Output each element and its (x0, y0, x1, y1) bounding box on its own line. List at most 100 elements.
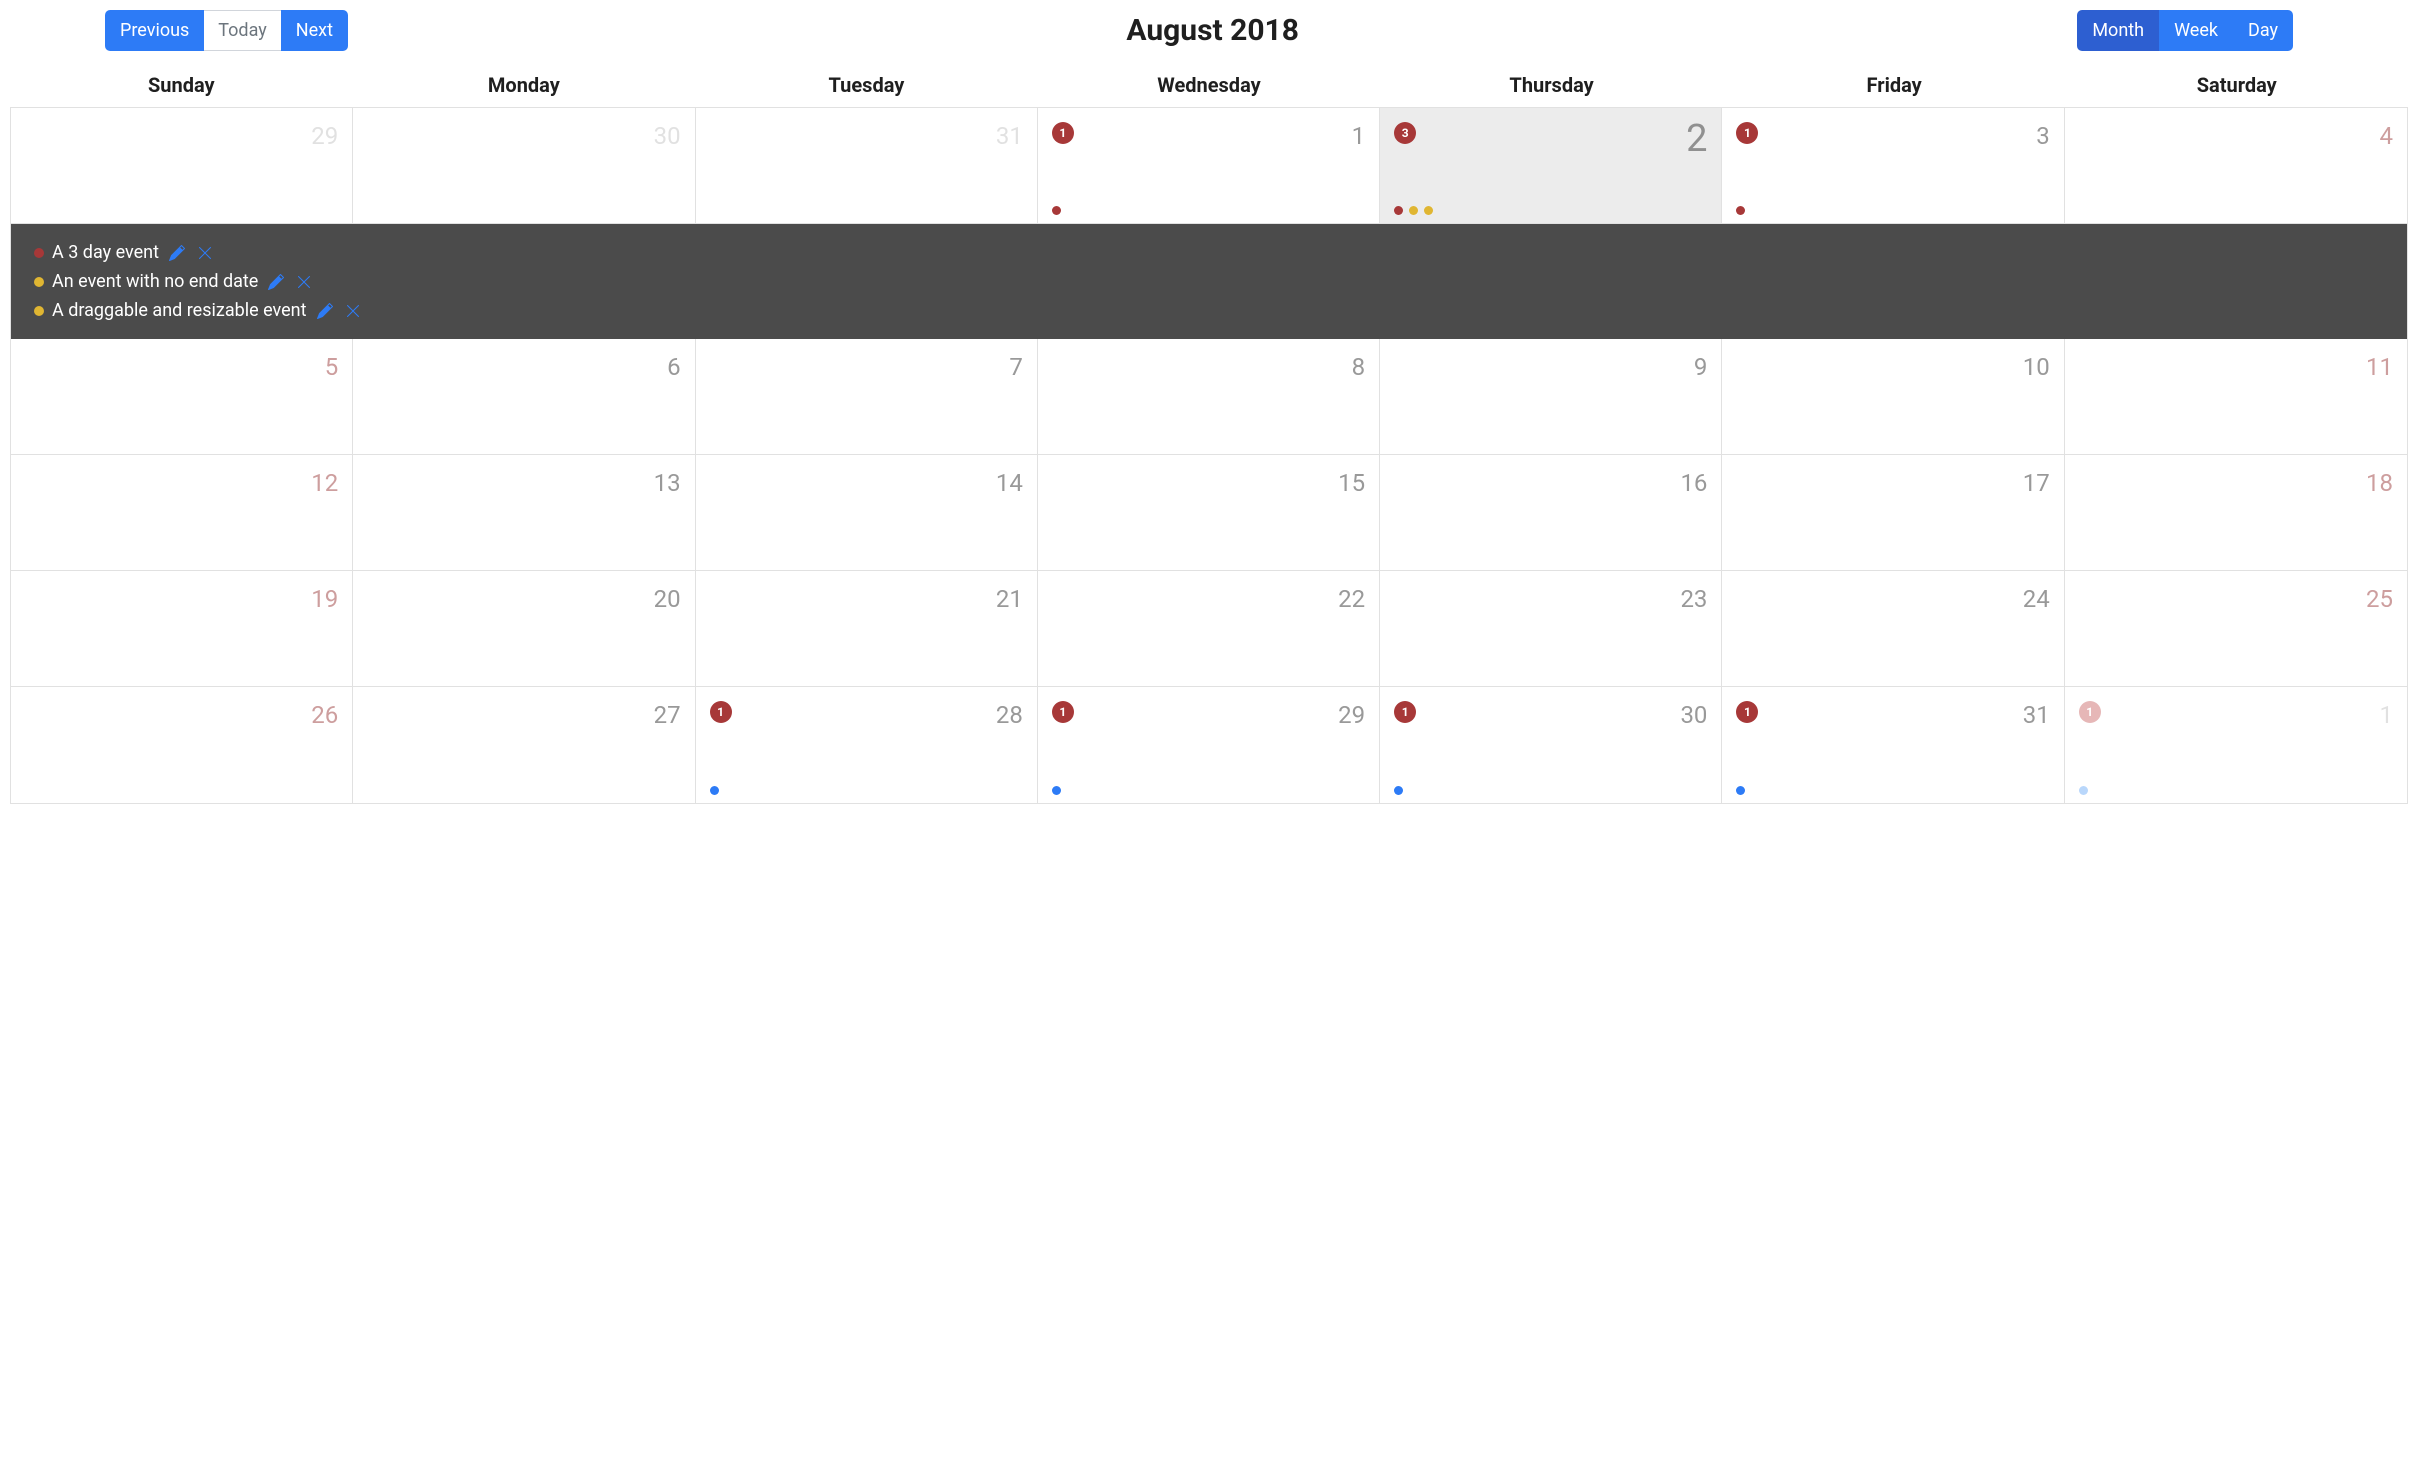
calendar-day-cell[interactable]: 30 (353, 108, 695, 224)
day-view-button[interactable]: Day (2233, 10, 2293, 51)
calendar-day-cell[interactable]: 29 (11, 108, 353, 224)
event-dots-row (710, 786, 719, 795)
event-dot-indicator (1736, 206, 1745, 215)
event-dot-indicator (1052, 786, 1061, 795)
calendar-day-cell[interactable]: 19 (11, 571, 353, 687)
calendar-day-cell[interactable]: 31 (696, 108, 1038, 224)
event-dots-row (1052, 786, 1061, 795)
calendar-day-cell[interactable]: 9 (1380, 339, 1722, 455)
calendar-day-cell[interactable]: 4 (2065, 108, 2407, 224)
calendar-day-cell[interactable]: 128 (696, 687, 1038, 803)
calendar-day-cell[interactable]: 13 (353, 455, 695, 571)
expanded-day-events-panel: A 3 day event An event with no end date A … (11, 224, 2407, 339)
calendar-day-cell[interactable]: 131 (1722, 687, 2064, 803)
calendar-day-cell[interactable]: 13 (1722, 108, 2064, 224)
day-number: 24 (1736, 585, 2049, 613)
day-number: 28 (710, 701, 1023, 729)
event-list-item[interactable]: A draggable and resizable event (34, 296, 2386, 325)
event-dots-row (1394, 786, 1403, 795)
calendar-day-cell[interactable]: 129 (1038, 687, 1380, 803)
view-button-group: Month Week Day (2077, 10, 2293, 51)
calendar-day-cell[interactable]: 6 (353, 339, 695, 455)
day-number: 9 (1394, 353, 1707, 381)
weekday-header-cell: Friday (1723, 65, 2066, 107)
next-button[interactable]: Next (281, 10, 348, 51)
close-icon[interactable] (343, 303, 363, 319)
day-number: 3 (1736, 122, 2049, 150)
calendar-day-cell[interactable]: 8 (1038, 339, 1380, 455)
event-color-dot (34, 248, 44, 258)
day-number: 11 (2079, 353, 2393, 381)
calendar-day-cell[interactable]: 25 (2065, 571, 2407, 687)
close-icon[interactable] (294, 274, 314, 290)
event-title: An event with no end date (52, 271, 258, 292)
calendar-day-cell[interactable]: 24 (1722, 571, 2064, 687)
calendar-day-cell[interactable]: 27 (353, 687, 695, 803)
week-view-button[interactable]: Week (2159, 10, 2233, 51)
day-number: 30 (1394, 701, 1707, 729)
pencil-icon[interactable] (266, 274, 286, 290)
event-list-item[interactable]: An event with no end date (34, 267, 2386, 296)
calendar-day-cell[interactable]: 12 (11, 455, 353, 571)
pencil-icon[interactable] (315, 303, 335, 319)
pencil-icon[interactable] (167, 245, 187, 261)
calendar-day-cell[interactable]: 22 (1038, 571, 1380, 687)
event-dots-row (1052, 206, 1061, 215)
event-dots-row (1736, 206, 1745, 215)
calendar-day-cell[interactable]: 130 (1380, 687, 1722, 803)
calendar-week-row: 262712812913013111 (11, 687, 2407, 803)
previous-button[interactable]: Previous (105, 10, 204, 51)
calendar-day-cell[interactable]: 18 (2065, 455, 2407, 571)
calendar-day-cell[interactable]: 14 (696, 455, 1038, 571)
calendar-day-cell[interactable]: 5 (11, 339, 353, 455)
calendar-day-cell[interactable]: 17 (1722, 455, 2064, 571)
calendar-day-cell[interactable]: 20 (353, 571, 695, 687)
calendar-day-cell[interactable]: 26 (11, 687, 353, 803)
close-icon[interactable] (195, 245, 215, 261)
calendar-week-row: 5 6789 10 11 (11, 339, 2407, 455)
day-number: 31 (1736, 701, 2049, 729)
calendar-day-cell[interactable]: 23 (1380, 571, 1722, 687)
calendar-day-cell[interactable]: 16 (1380, 455, 1722, 571)
month-view-button[interactable]: Month (2077, 10, 2159, 51)
calendar-day-cell[interactable]: 11 (2065, 339, 2407, 455)
event-dot-indicator (1424, 206, 1433, 215)
event-dot-indicator (1409, 206, 1418, 215)
calendar-day-cell[interactable]: 7 (696, 339, 1038, 455)
event-title: A 3 day event (52, 242, 159, 263)
event-dot-indicator (710, 786, 719, 795)
event-dots-row (1736, 786, 1745, 795)
day-number: 31 (710, 122, 1023, 150)
day-number: 19 (25, 585, 338, 613)
day-number: 23 (1394, 585, 1707, 613)
day-number: 29 (25, 122, 338, 150)
day-number: 22 (1052, 585, 1365, 613)
calendar-title: August 2018 (1126, 13, 1299, 48)
day-number: 14 (710, 469, 1023, 497)
calendar-toolbar: Previous Today Next August 2018 Month We… (10, 10, 2408, 65)
event-dot-indicator (1736, 786, 1745, 795)
calendar-week-row: 19 2021 22 23 24 25 (11, 571, 2407, 687)
weekday-header-cell: Thursday (1380, 65, 1723, 107)
day-number: 5 (25, 353, 338, 381)
calendar-week-row: 1213 14 1516 17 18 (11, 455, 2407, 571)
day-number: 4 (2079, 122, 2393, 150)
event-list-item[interactable]: A 3 day event (34, 238, 2386, 267)
event-dot-indicator (2079, 786, 2088, 795)
day-number: 1 (2079, 701, 2393, 729)
calendar-day-cell[interactable]: 21 (696, 571, 1038, 687)
calendar-day-cell[interactable]: 15 (1038, 455, 1380, 571)
calendar-day-cell[interactable]: 11 (1038, 108, 1380, 224)
day-number: 17 (1736, 469, 2049, 497)
event-dot-indicator (1394, 786, 1403, 795)
day-number: 2 (1394, 120, 1707, 158)
day-number: 6 (367, 353, 680, 381)
day-number: 18 (2079, 469, 2393, 497)
event-dots-row (1394, 206, 1433, 215)
day-number: 26 (25, 701, 338, 729)
today-button[interactable]: Today (204, 10, 280, 51)
calendar-day-cell[interactable]: 10 (1722, 339, 2064, 455)
calendar-day-cell[interactable]: 32 (1380, 108, 1722, 224)
event-title: A draggable and resizable event (52, 300, 307, 321)
calendar-day-cell[interactable]: 11 (2065, 687, 2407, 803)
